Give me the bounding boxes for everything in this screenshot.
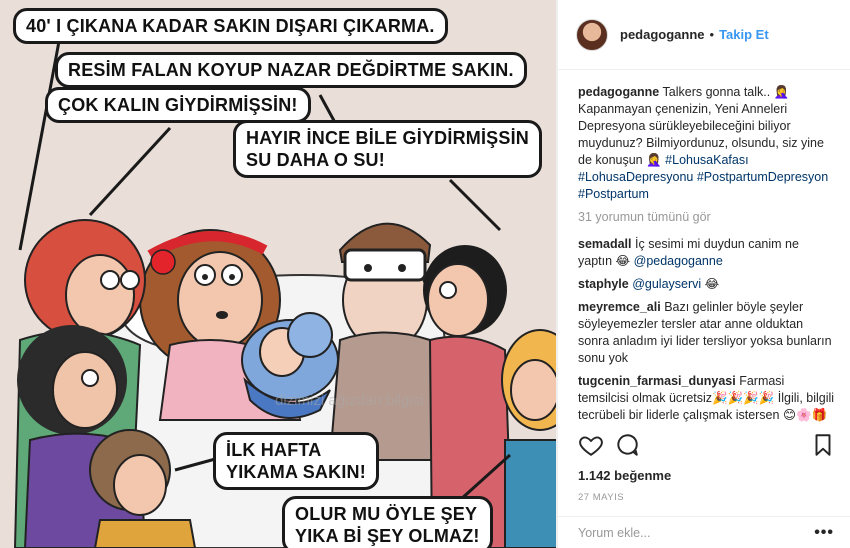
speech-text-4a: HAYIR İNCE BİLE GİYDİRMİŞSİN	[246, 128, 529, 148]
hashtag-link[interactable]: #LohusaKafası	[665, 153, 748, 167]
svg-text:dizimizi ağızdan bilgisi: dizimizi ağızdan bilgisi	[275, 392, 423, 409]
speech-bubble-5: İLK HAFTA YIKAMA SAKIN!	[213, 432, 379, 490]
add-comment-bar: Yorum ekle... •••	[558, 516, 850, 548]
speech-bubble-4: HAYIR İNCE BİLE GİYDİRMİŞSİN SU DAHA O S…	[233, 120, 542, 178]
hashtag-link[interactable]: #LohusaDepresyonu	[578, 170, 693, 184]
comment-item: semadall İç sesimi mi duydun canim ne ya…	[578, 236, 836, 270]
comment-emoji: 😂	[704, 277, 720, 291]
action-bar	[578, 428, 836, 462]
comment-mention[interactable]: @gulayservi	[632, 277, 701, 291]
comment-icon[interactable]	[614, 432, 640, 458]
speech-text-1: 40' I ÇIKANA KADAR SAKIN DIŞARI ÇIKARMA.	[26, 16, 435, 36]
speech-text-6b: YIKA Bİ ŞEY OLMAZ!	[295, 526, 480, 546]
comment-item: tugcenin_farmasi_dunyasi Farmasi temsilc…	[578, 373, 836, 424]
speech-text-2: RESİM FALAN KOYUP NAZAR DEĞDİRTME SAKIN.	[68, 60, 514, 80]
heart-icon[interactable]	[578, 432, 604, 458]
comment-item: staphyle @gulayservi 😂	[578, 276, 836, 293]
comment-username[interactable]: meyremce_ali	[578, 300, 661, 314]
comment-username[interactable]: tugcenin_farmasi_dunyasi	[578, 374, 736, 388]
likes-count[interactable]: 1.142 beğenme	[578, 468, 671, 483]
speech-bubble-2: RESİM FALAN KOYUP NAZAR DEĞDİRTME SAKIN.	[55, 52, 527, 88]
post-image[interactable]: dizimizi ağızdan bilgisi 40' I ÇIKANA KA…	[0, 0, 557, 548]
hashtag-link[interactable]: #Postpartum	[578, 187, 649, 201]
comment-username[interactable]: staphyle	[578, 277, 629, 291]
caption-username[interactable]: pedagoganne	[578, 85, 659, 99]
avatar[interactable]	[576, 18, 608, 51]
header-separator: •	[709, 27, 715, 42]
more-options-icon[interactable]: •••	[814, 524, 834, 542]
speech-text-3: ÇOK KALIN GİYDİRMİŞSİN!	[58, 95, 298, 115]
post-header: pedagoganne • Takip Et	[558, 0, 850, 70]
speech-text-6a: OLUR MU ÖYLE ŞEY	[295, 504, 478, 524]
post-side-panel: pedagoganne • Takip Et pedagoganne Talke…	[557, 0, 850, 548]
comments-list[interactable]: pedagoganne Talkers gonna talk.. 🤦‍♀️ Ka…	[578, 84, 836, 424]
follow-button[interactable]: Takip Et	[719, 27, 769, 42]
hashtag-link[interactable]: #PostpartumDepresyon	[697, 170, 828, 184]
comment-input[interactable]: Yorum ekle...	[578, 526, 651, 540]
caption: pedagoganne Talkers gonna talk.. 🤦‍♀️ Ka…	[578, 84, 836, 203]
header-username[interactable]: pedagoganne	[620, 27, 705, 42]
comment-item: meyremce_ali Bazı gelinler böyle şeyler …	[578, 299, 836, 367]
speech-bubble-6: OLUR MU ÖYLE ŞEY YIKA Bİ ŞEY OLMAZ!	[282, 496, 493, 548]
speech-text-4b: SU DAHA O SU!	[246, 150, 385, 170]
comment-mention[interactable]: @pedagoganne	[634, 254, 723, 268]
bookmark-icon[interactable]	[810, 432, 836, 458]
comment-username[interactable]: semadall	[578, 237, 632, 251]
speech-text-5a: İLK HAFTA	[226, 440, 322, 460]
speech-bubble-1: 40' I ÇIKANA KADAR SAKIN DIŞARI ÇIKARMA.	[13, 8, 448, 44]
speech-text-5b: YIKAMA SAKIN!	[226, 462, 366, 482]
view-all-comments-link[interactable]: 31 yorumun tümünü gör	[578, 209, 836, 226]
post-date: 27 MAYIS	[578, 492, 625, 503]
speech-bubble-3: ÇOK KALIN GİYDİRMİŞSİN!	[45, 87, 311, 123]
